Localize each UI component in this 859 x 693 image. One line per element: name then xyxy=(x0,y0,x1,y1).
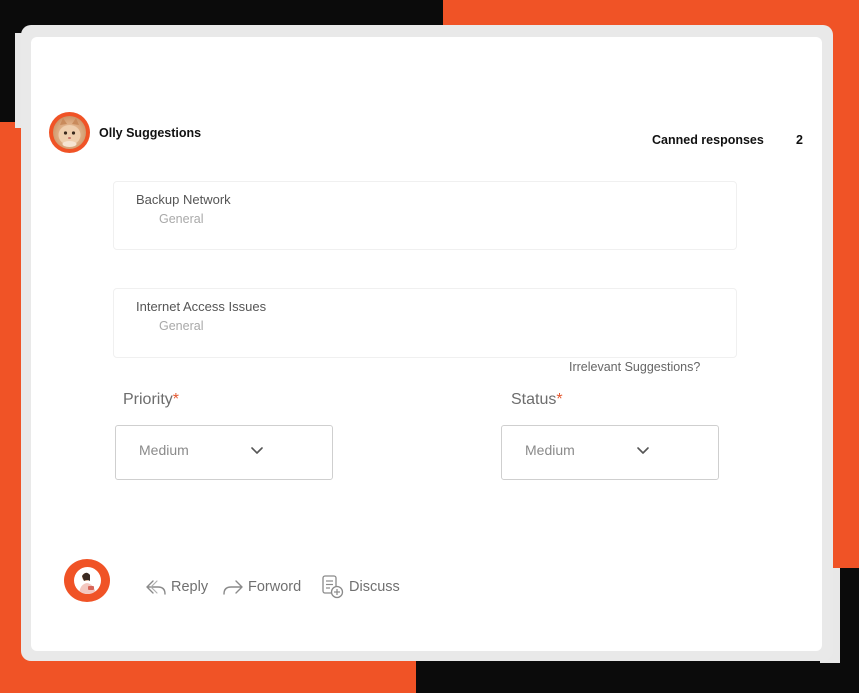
discuss-button[interactable]: Discuss xyxy=(321,575,400,599)
suggestion-title: Backup Network xyxy=(136,192,231,207)
suggestion-card[interactable]: Internet Access Issues General xyxy=(113,288,737,358)
suggestion-title: Internet Access Issues xyxy=(136,299,267,314)
canned-responses-label[interactable]: Canned responses xyxy=(652,133,764,147)
user-avatar xyxy=(64,559,110,602)
priority-select[interactable]: Medium xyxy=(115,425,333,480)
forward-icon xyxy=(223,580,243,595)
status-label: Status* xyxy=(511,391,563,409)
priority-label: Priority* xyxy=(123,391,179,409)
suggestion-card[interactable]: Backup Network General xyxy=(113,181,737,250)
reply-button[interactable]: Reply xyxy=(145,575,208,599)
forward-label: Forword xyxy=(248,579,302,595)
chevron-down-icon xyxy=(637,447,649,454)
user-avatar-icon xyxy=(73,567,101,594)
suggestion-category: General xyxy=(159,212,204,226)
irrelevant-suggestions-link[interactable]: Irrelevant Suggestions? xyxy=(569,360,700,374)
reply-label: Reply xyxy=(171,579,209,595)
discuss-icon xyxy=(322,575,344,599)
discuss-label: Discuss xyxy=(349,579,400,595)
priority-select-value: Medium xyxy=(139,442,189,458)
status-select[interactable]: Medium xyxy=(501,425,719,480)
olly-avatar xyxy=(49,112,90,153)
status-select-value: Medium xyxy=(525,442,575,458)
status-label-text: Status xyxy=(511,391,557,408)
required-mark: * xyxy=(172,391,180,408)
reply-icon xyxy=(146,580,166,595)
forward-button[interactable]: Forword xyxy=(222,575,301,599)
required-mark: * xyxy=(556,391,563,408)
canned-responses-count: 2 xyxy=(796,133,803,147)
panel-title: Olly Suggestions xyxy=(99,126,202,140)
suggestion-category: General xyxy=(159,319,204,333)
chevron-down-icon xyxy=(251,447,263,454)
cat-avatar-icon xyxy=(53,116,86,149)
priority-label-text: Priority xyxy=(123,391,173,408)
